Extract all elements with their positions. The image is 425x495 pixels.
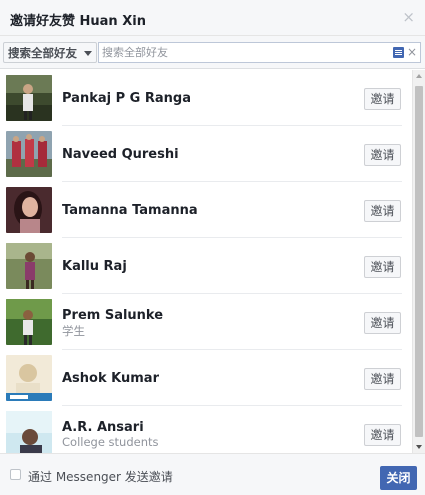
friend-name[interactable]: Prem Salunke xyxy=(62,308,163,323)
list-item: Tamanna Tamanna 邀请 xyxy=(0,182,412,238)
avatar[interactable] xyxy=(6,299,52,345)
list-item: Ashok Kumar 邀请 xyxy=(0,350,412,406)
close-button[interactable]: 关闭 xyxy=(380,466,417,490)
list-item: Pankaj P G Ranga 邀请 xyxy=(0,70,412,126)
scrollbar-thumb[interactable] xyxy=(415,86,423,437)
chevron-down-icon xyxy=(84,51,92,56)
messenger-checkbox[interactable] xyxy=(10,469,21,480)
friend-name[interactable]: Naveed Qureshi xyxy=(62,147,179,162)
friend-filter-dropdown[interactable]: 搜索全部好友 xyxy=(3,42,97,63)
invite-button[interactable]: 邀请 xyxy=(364,144,401,166)
dialog-title: 邀请好友赞 Huan Xin xyxy=(10,14,146,29)
friend-list: Pankaj P G Ranga 邀请 Naveed Qureshi 邀请 Ta… xyxy=(0,70,412,453)
avatar[interactable] xyxy=(6,243,52,289)
messenger-checkbox-label[interactable]: 通过 Messenger 发送邀请 xyxy=(28,468,173,485)
invite-button[interactable]: 邀请 xyxy=(364,368,401,390)
dialog-footer: 通过 Messenger 发送邀请 关闭 xyxy=(0,453,425,495)
list-item: Kallu Raj 邀请 xyxy=(0,238,412,294)
list-item: A.R. Ansari College students 邀请 xyxy=(0,406,412,453)
search-bar: 搜索全部好友 × xyxy=(0,36,425,69)
list-scrollbar[interactable] xyxy=(412,70,425,453)
dialog-header: 邀请好友赞 Huan Xin × xyxy=(0,0,425,36)
friend-name[interactable]: Tamanna Tamanna xyxy=(62,203,198,218)
scroll-up-icon[interactable] xyxy=(416,74,422,78)
avatar[interactable] xyxy=(6,355,52,401)
avatar[interactable] xyxy=(6,187,52,233)
avatar[interactable] xyxy=(6,411,52,453)
friend-name[interactable]: A.R. Ansari xyxy=(62,420,144,435)
avatar[interactable] xyxy=(6,131,52,177)
invite-button[interactable]: 邀请 xyxy=(364,424,401,446)
friend-name[interactable]: Kallu Raj xyxy=(62,259,127,274)
scroll-down-icon[interactable] xyxy=(416,445,422,449)
friend-filter-label: 搜索全部好友 xyxy=(8,46,77,60)
keyboard-icon[interactable] xyxy=(393,47,404,58)
invite-button[interactable]: 邀请 xyxy=(364,256,401,278)
avatar[interactable] xyxy=(6,75,52,121)
clear-search-icon[interactable]: × xyxy=(407,45,417,59)
invite-button[interactable]: 邀请 xyxy=(364,88,401,110)
search-box: × xyxy=(98,42,421,63)
friend-name[interactable]: Pankaj P G Ranga xyxy=(62,91,191,106)
invite-button[interactable]: 邀请 xyxy=(364,312,401,334)
close-icon[interactable]: × xyxy=(402,9,415,25)
invite-button[interactable]: 邀请 xyxy=(364,200,401,222)
list-item: Naveed Qureshi 邀请 xyxy=(0,126,412,182)
friend-name[interactable]: Ashok Kumar xyxy=(62,371,159,386)
friend-subtitle: 学生 xyxy=(62,324,85,338)
friend-subtitle: College students xyxy=(62,435,159,449)
search-input[interactable] xyxy=(102,44,387,61)
list-item: Prem Salunke 学生 邀请 xyxy=(0,294,412,350)
